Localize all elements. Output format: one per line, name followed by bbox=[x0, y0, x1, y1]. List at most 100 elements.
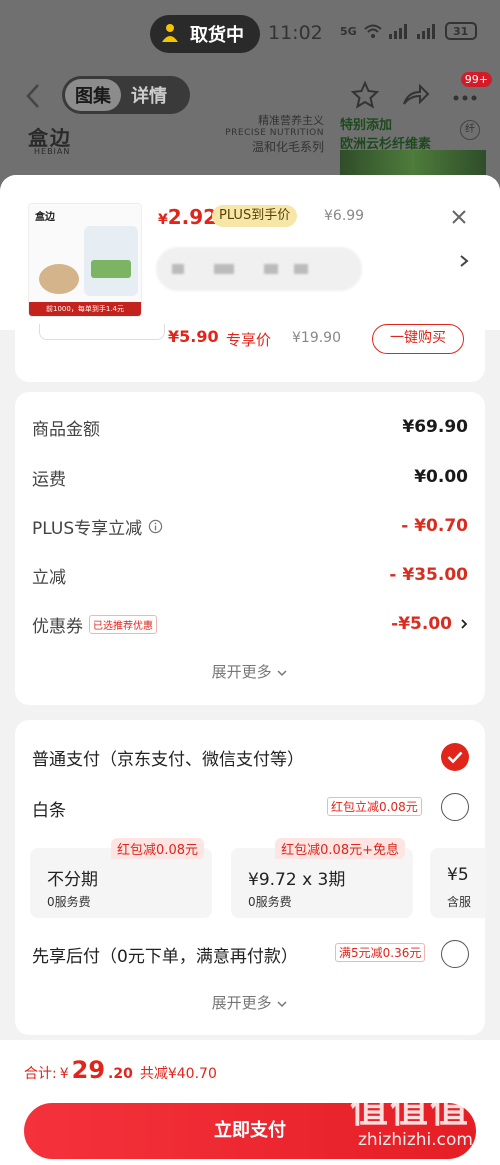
share-icon[interactable] bbox=[400, 80, 430, 110]
amount-value: -¥5.00 bbox=[391, 614, 452, 634]
battery-icon: 31 bbox=[444, 22, 477, 40]
baitiao-label[interactable]: 白条 bbox=[32, 796, 66, 821]
banner-line1: 精准营养主义 bbox=[258, 114, 324, 127]
payment-methods-card: 普通支付（京东支付、微信支付等） 白条 红包立减0.08元 红包减0.08元 不… bbox=[15, 720, 485, 1035]
amount-row: 立减 - ¥35.00 bbox=[32, 560, 468, 590]
total-label: 合计: bbox=[24, 1066, 57, 1082]
amount-label: PLUS专享立减 bbox=[32, 518, 143, 539]
plan-sub: 0服务费 bbox=[248, 895, 292, 909]
payment-normal-label[interactable]: 普通支付（京东支付、微信支付等） bbox=[32, 745, 304, 770]
wifi-icon bbox=[364, 24, 382, 38]
total-dec: .20 bbox=[108, 1066, 133, 1082]
expand-more-payments[interactable]: 展开更多 bbox=[15, 992, 485, 1013]
amount-value: - ¥0.70 bbox=[401, 516, 468, 536]
product-snack-image bbox=[39, 264, 79, 294]
chevron-down-icon bbox=[277, 1001, 287, 1008]
member-price-label: 专享价 bbox=[226, 331, 272, 349]
brand-logo-sub: HEBIAN bbox=[34, 147, 71, 156]
chevron-right-icon[interactable] bbox=[458, 253, 470, 269]
total-int: 29 bbox=[71, 1056, 106, 1084]
plan-main: ¥5 bbox=[447, 865, 469, 885]
clock: 11:02 bbox=[268, 22, 323, 44]
amounts-card: 商品金额 ¥69.90 运费 ¥0.00 PLUS专享立减 - ¥0.70 立减… bbox=[15, 392, 485, 705]
plus-price-tag: PLUS到手价 bbox=[212, 205, 298, 227]
thumb-brand: 盒边 bbox=[35, 212, 55, 223]
chevron-down-icon bbox=[277, 670, 287, 677]
info-icon[interactable] bbox=[148, 519, 163, 534]
amount-label: 运费 bbox=[32, 469, 66, 490]
favorite-star-icon[interactable] bbox=[350, 80, 380, 110]
coupon-value-wrap: -¥5.00 bbox=[391, 614, 468, 634]
background-page: 取货中 11:02 5G 31 图集 详情 99+ 盒边 HEBIAN 精准营养… bbox=[0, 0, 500, 200]
gallery-detail-tabs: 图集 详情 bbox=[62, 76, 190, 114]
total-symbol: ¥ bbox=[59, 1066, 69, 1082]
checkout-sheet: 盒边 前1000，每单到手1.4元 ¥2.92 PLUS到手价 ¥6.99 ¥5… bbox=[0, 175, 500, 1165]
banner-right-text: 特别添加 欧洲云杉纤维素 bbox=[340, 114, 431, 152]
product-header: 盒边 前1000，每单到手1.4元 ¥2.92 PLUS到手价 ¥6.99 bbox=[0, 175, 500, 330]
plan-option-no-installment[interactable]: 红包减0.08元 不分期 0服务费 bbox=[30, 838, 212, 918]
amount-row: 商品金额 ¥69.90 bbox=[32, 412, 468, 442]
checked-radio-icon[interactable] bbox=[441, 743, 469, 771]
coupon-row[interactable]: 优惠券 已选推荐优惠 -¥5.00 bbox=[32, 609, 468, 639]
cart-badge: 99+ bbox=[460, 72, 492, 87]
chevron-right-icon bbox=[461, 619, 468, 629]
expand-more-amounts[interactable]: 展开更多 bbox=[15, 661, 485, 682]
expand-label: 展开更多 bbox=[211, 994, 272, 1012]
one-click-buy-button[interactable]: 一键购买 bbox=[372, 324, 464, 354]
tab-detail[interactable]: 详情 bbox=[121, 79, 177, 111]
pickup-label: 取货中 bbox=[190, 25, 244, 46]
signal-icon bbox=[388, 24, 407, 39]
pickup-pill[interactable]: 取货中 bbox=[150, 15, 260, 53]
price-value: 2.92 bbox=[167, 205, 218, 229]
banner-tagline: 精准营养主义 PRECISE NUTRITION 温和化毛系列 bbox=[222, 112, 324, 155]
close-icon[interactable] bbox=[450, 208, 468, 226]
plan-main: ¥9.72 x 3期 bbox=[248, 870, 346, 890]
plan-tag: 红包减0.08元+免息 bbox=[275, 838, 405, 859]
pay-now-button[interactable]: 立即支付 bbox=[24, 1103, 476, 1159]
status-bar: 取货中 11:02 5G 31 bbox=[0, 0, 500, 64]
fiber-badge: 纤 bbox=[460, 120, 480, 140]
thumb-promo-strip: 前1000，每单到手1.4元 bbox=[29, 302, 141, 316]
baitiao-radio[interactable] bbox=[441, 793, 469, 821]
nav-actions bbox=[350, 80, 480, 110]
amount-value: ¥69.90 bbox=[402, 417, 468, 437]
baitiao-promo-tag: 红包立减0.08元 bbox=[327, 797, 422, 816]
member-orig-price: ¥19.90 bbox=[292, 330, 341, 346]
plan-option-3-installments[interactable]: 红包减0.08元+免息 ¥9.72 x 3期 0服务费 bbox=[231, 838, 413, 918]
checkout-bottom-bar: 合计: ¥ 29 .20 共减¥40.70 立即支付 bbox=[0, 1040, 500, 1165]
delivery-person-icon bbox=[162, 24, 178, 42]
plan-sub: 含服 bbox=[447, 895, 472, 909]
total-amount: 合计: ¥ 29 .20 共减¥40.70 bbox=[24, 1056, 217, 1084]
back-arrow-icon[interactable] bbox=[22, 82, 44, 110]
pay-later-promo-tag: 满5元减0.36元 bbox=[335, 943, 426, 962]
amount-label: 优惠券 bbox=[32, 616, 83, 637]
amount-value: - ¥35.00 bbox=[389, 565, 468, 585]
banner-line3: 温和化毛系列 bbox=[251, 140, 324, 154]
banner-right-line1: 特别添加 bbox=[340, 118, 393, 133]
banner-line2: PRECISE NUTRITION bbox=[225, 128, 324, 138]
coupon-recommend-tag: 已选推荐优惠 bbox=[89, 614, 157, 634]
member-card-edge bbox=[39, 324, 165, 340]
spec-selector-blurred[interactable] bbox=[156, 247, 362, 291]
signal-icon-2 bbox=[416, 24, 435, 39]
coupon-label-wrap: 优惠券 已选推荐优惠 bbox=[32, 612, 157, 637]
product-bag-label bbox=[91, 260, 131, 278]
plan-option-more[interactable]: ¥5 含服 bbox=[430, 848, 485, 918]
total-saved: 共减¥40.70 bbox=[139, 1066, 217, 1082]
product-thumbnail: 盒边 前1000，每单到手1.4元 bbox=[28, 203, 142, 317]
amount-value: ¥0.00 bbox=[414, 467, 468, 487]
expand-label: 展开更多 bbox=[211, 663, 272, 681]
original-price: ¥6.99 bbox=[324, 208, 365, 224]
tab-gallery[interactable]: 图集 bbox=[65, 79, 121, 111]
price-symbol: ¥ bbox=[158, 212, 168, 228]
system-icons: 5G 31 bbox=[340, 22, 477, 40]
plan-tag: 红包减0.08元 bbox=[111, 838, 204, 859]
pay-later-label[interactable]: 先享后付（0元下单，满意再付款） bbox=[32, 942, 298, 967]
amount-label: 立减 bbox=[32, 567, 66, 588]
amount-row: 运费 ¥0.00 bbox=[32, 462, 468, 492]
amount-label: 商品金额 bbox=[32, 419, 100, 440]
network-label: 5G bbox=[340, 24, 357, 38]
member-price: ¥5.90 bbox=[168, 327, 219, 346]
plan-sub: 0服务费 bbox=[47, 895, 91, 909]
pay-later-radio[interactable] bbox=[441, 940, 469, 968]
